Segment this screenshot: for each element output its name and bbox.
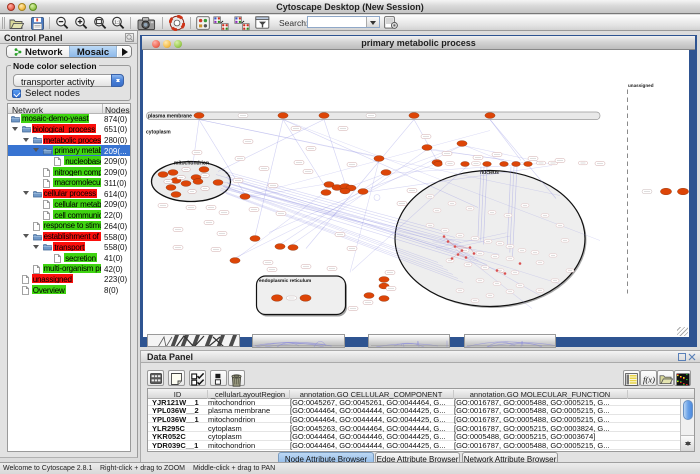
- svg-text:f(x): f(x): [643, 374, 655, 384]
- svg-text:1:1: 1:1: [114, 19, 121, 24]
- svg-text:nucleus: nucleus: [480, 170, 499, 176]
- svg-text:cytoplasm: cytoplasm: [146, 129, 171, 135]
- svg-text:unassigned: unassigned: [628, 83, 654, 88]
- svg-text:mitochondrion: mitochondrion: [174, 160, 209, 166]
- svg-text:endoplasmic reticulum: endoplasmic reticulum: [259, 278, 311, 284]
- svg-text:plasma membrane: plasma membrane: [148, 113, 192, 119]
